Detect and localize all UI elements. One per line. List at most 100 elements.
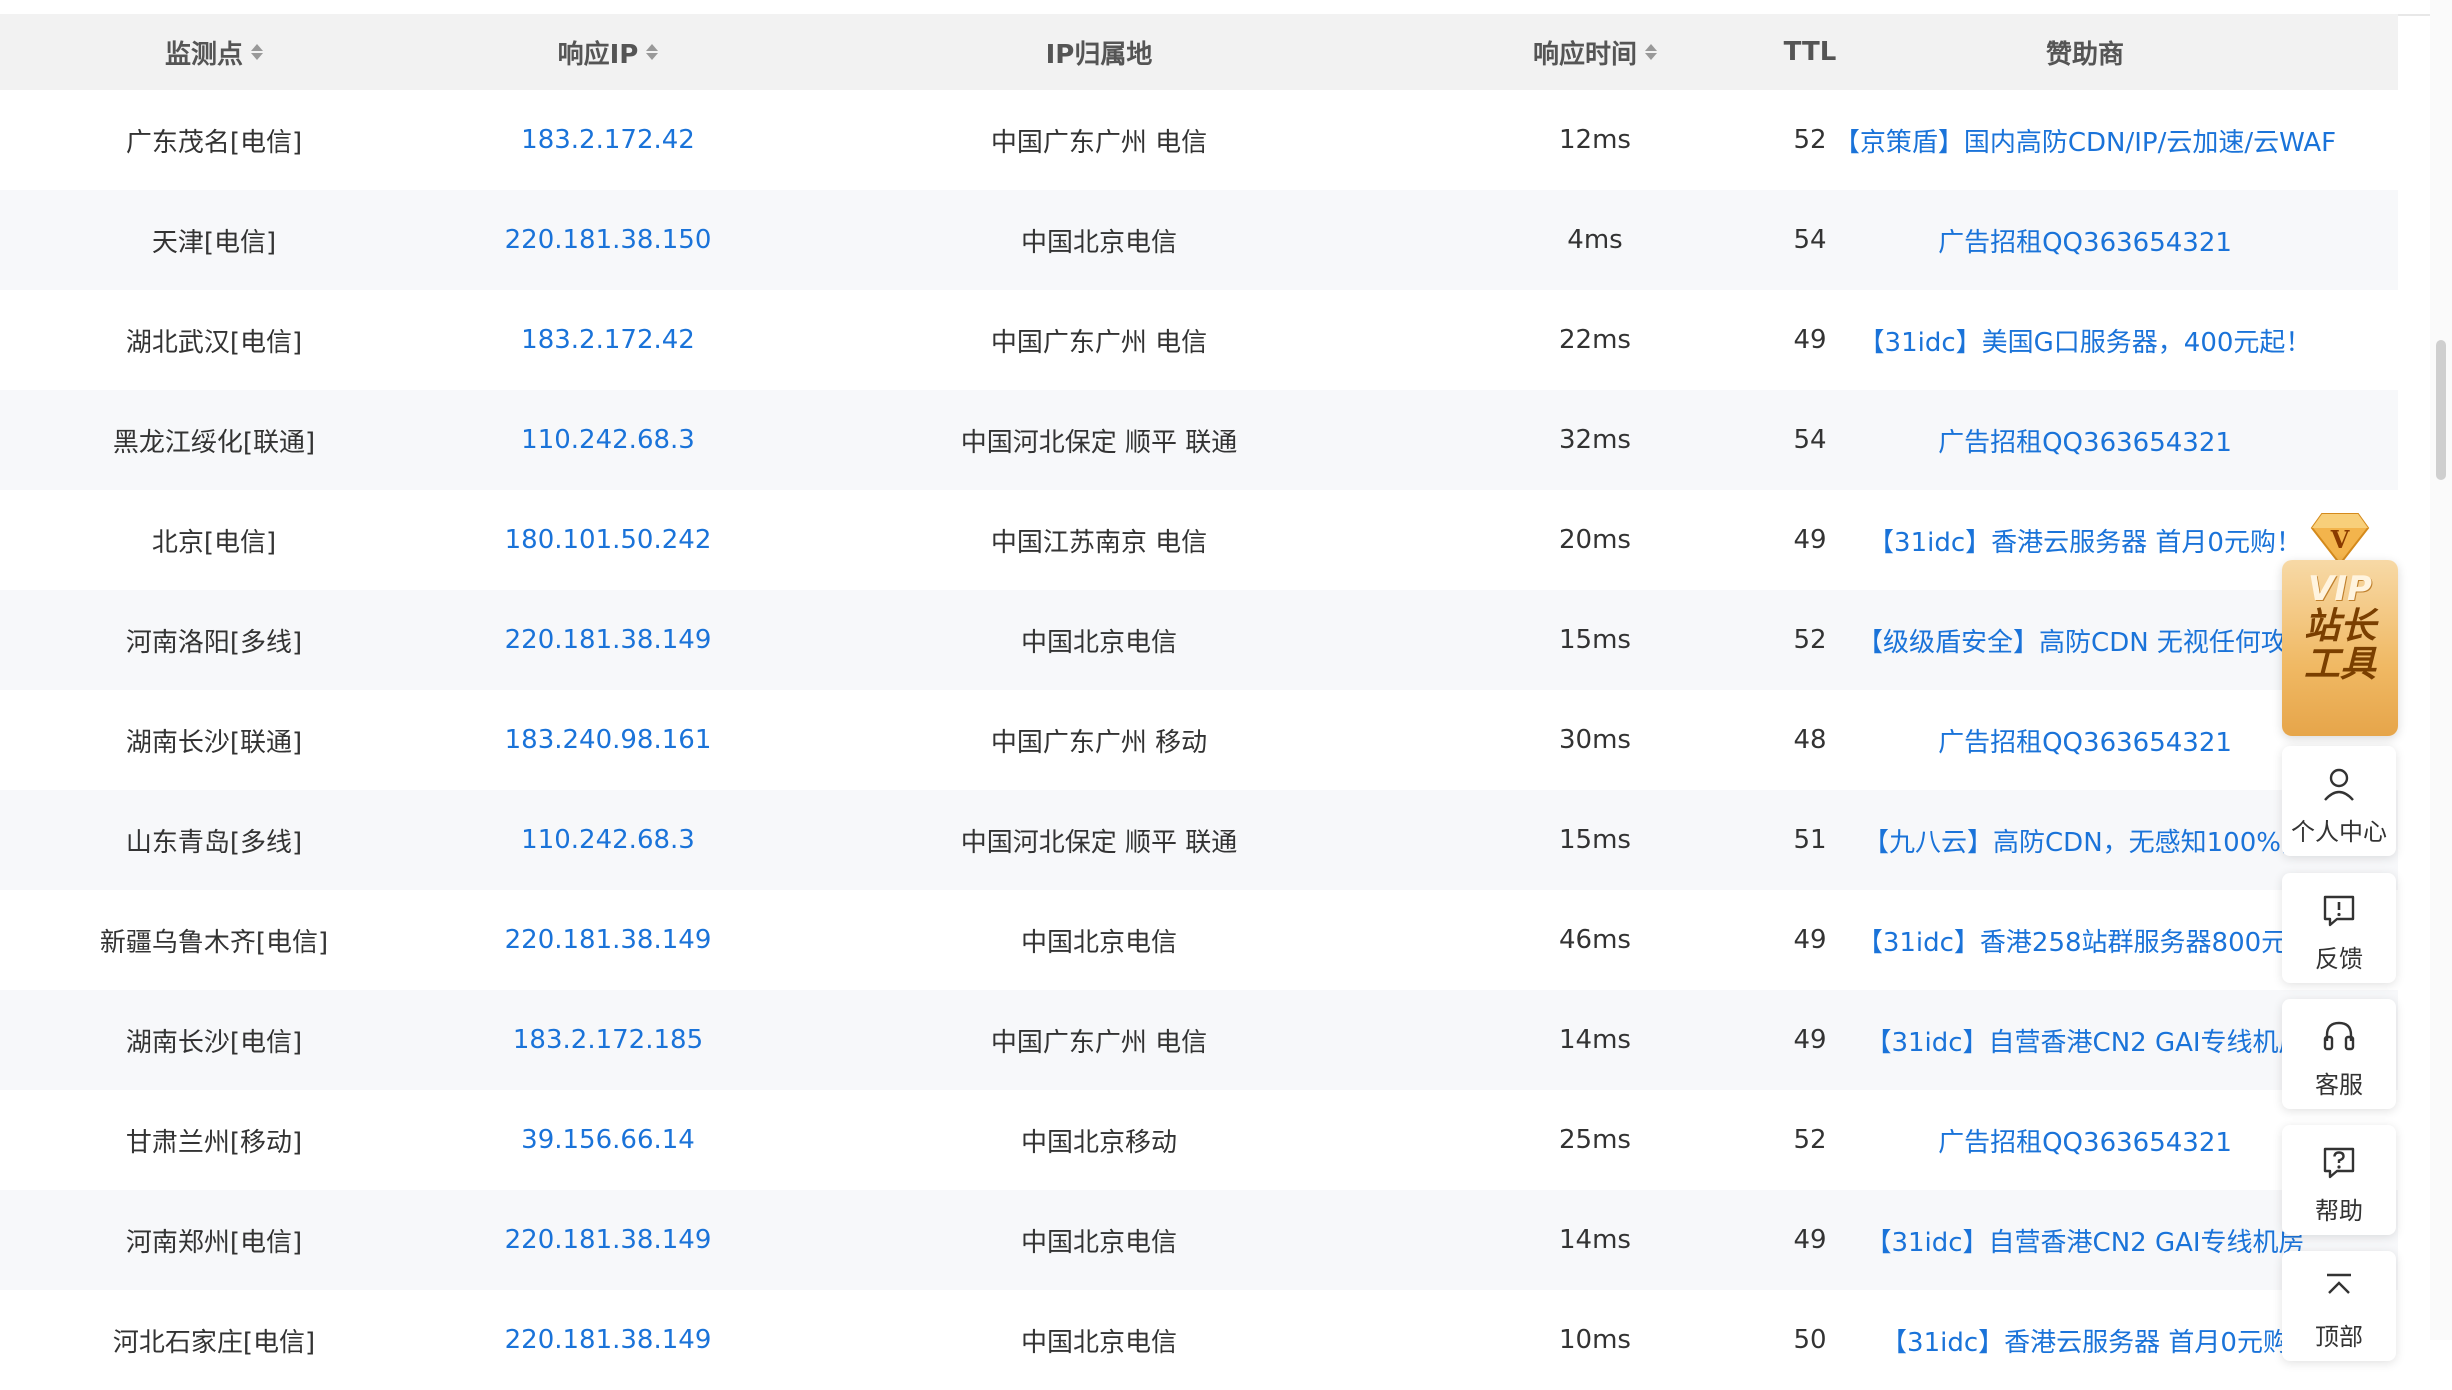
ip-link[interactable]: 110.242.68.3	[428, 790, 788, 890]
cell-ttl: 49	[1793, 325, 1827, 355]
sort-icon[interactable]	[251, 44, 263, 60]
column-header-time[interactable]: 响应时间	[1410, 14, 1780, 90]
cell-response-time: 20ms	[1559, 525, 1631, 555]
ip-link[interactable]: 220.181.38.150	[428, 190, 788, 290]
ip-link[interactable]: 183.2.172.42	[428, 90, 788, 190]
cell-node: 甘肃兰州[移动]	[125, 1127, 303, 1158]
cell-node: 湖北武汉[电信]	[125, 327, 303, 358]
column-header-ip[interactable]: 响应IP	[428, 14, 788, 90]
column-header-ttl: TTL	[1783, 37, 1837, 67]
cell-response-time: 15ms	[1559, 625, 1631, 655]
ip-link[interactable]: 183.2.172.42	[428, 290, 788, 390]
cell-node: 湖南长沙[电信]	[125, 1027, 303, 1058]
cell-location: 中国北京电信	[1020, 227, 1177, 258]
cell-location: 中国北京电信	[1020, 927, 1177, 958]
feedback-button[interactable]: 反馈	[2282, 873, 2396, 983]
cell-response-time: 15ms	[1559, 825, 1631, 855]
cell-node: 河南洛阳[多线]	[125, 627, 303, 658]
ip-link[interactable]: 183.240.98.161	[428, 690, 788, 790]
scrollbar-thumb[interactable]	[2436, 340, 2446, 480]
cell-ttl: 49	[1793, 525, 1827, 555]
cell-ttl: 51	[1793, 825, 1827, 855]
table-row: 甘肃兰州[移动] 39.156.66.14 中国北京移动 25ms 52 广告招租QQ36…	[0, 1090, 2398, 1190]
sponsor-link[interactable]: 广告招租QQ363654321	[1840, 190, 2330, 290]
cell-response-time: 14ms	[1559, 1225, 1631, 1255]
table-row: 河南郑州[电信] 220.181.38.149 中国北京电信 14ms 49 【31idc…	[0, 1190, 2398, 1290]
cell-ttl: 52	[1793, 1125, 1827, 1155]
cell-location: 中国江苏南京 电信	[990, 527, 1208, 558]
user-icon	[2324, 768, 2354, 801]
table-row: 天津[电信] 220.181.38.150 中国北京电信 4ms 54 广告招租QQ363…	[0, 190, 2398, 290]
sponsor-link[interactable]: 【京策盾】国内高防CDN/IP/云加速/云WAF	[1834, 90, 2336, 190]
sponsor-link[interactable]: 【31idc】自营香港CN2 GAI专线机房	[1840, 1190, 2330, 1290]
table-header: 监测点 响应IP IP归属地 响应时间 TTL 赞助商	[0, 14, 2398, 90]
sort-icon[interactable]	[1645, 44, 1657, 60]
cell-node: 河南郑州[电信]	[125, 1227, 303, 1258]
sponsor-link[interactable]: 【31idc】美国G口服务器，400元起！	[1840, 290, 2330, 390]
help-button[interactable]: 帮助	[2282, 1125, 2396, 1235]
cell-node: 黑龙江绥化[联通]	[112, 427, 316, 458]
back-to-top-icon	[2327, 1273, 2351, 1294]
sponsor-link[interactable]: 【31idc】香港云服务器 首月0元购	[1840, 1290, 2330, 1390]
back-to-top-button[interactable]: 顶部	[2282, 1251, 2396, 1361]
cell-ttl: 49	[1793, 925, 1827, 955]
column-header-node[interactable]: 监测点	[0, 14, 428, 90]
sponsor-link[interactable]: 广告招租QQ363654321	[1840, 390, 2330, 490]
cell-ttl: 52	[1793, 625, 1827, 655]
cell-ttl: 49	[1793, 1225, 1827, 1255]
diamond-v-icon: V	[2310, 513, 2370, 566]
headset-icon	[2323, 1021, 2355, 1051]
cell-response-time: 22ms	[1559, 325, 1631, 355]
user-center-button[interactable]: 个人中心	[2282, 746, 2396, 856]
cell-response-time: 10ms	[1559, 1325, 1631, 1355]
cell-node: 天津[电信]	[151, 227, 277, 258]
cell-ttl: 54	[1793, 425, 1827, 455]
cell-response-time: 14ms	[1559, 1025, 1631, 1055]
cell-ttl: 48	[1793, 725, 1827, 755]
ip-link[interactable]: 220.181.38.149	[428, 590, 788, 690]
cell-location: 中国河北保定 顺平 联通	[960, 827, 1238, 858]
cell-node: 山东青岛[多线]	[125, 827, 303, 858]
ip-link[interactable]: 180.101.50.242	[428, 490, 788, 590]
vip-title-line1: 站长	[2303, 606, 2376, 647]
table-row: 河南洛阳[多线] 220.181.38.149 中国北京电信 15ms 52 【级级盾安全…	[0, 590, 2398, 690]
column-header-location: IP归属地	[1045, 39, 1153, 70]
table-row: 湖南长沙[电信] 183.2.172.185 中国广东广州 电信 14ms 49 【31i…	[0, 990, 2398, 1090]
page-scrollbar[interactable]	[2430, 0, 2452, 1340]
sponsor-link[interactable]: 【31idc】香港258站群服务器800元起	[1840, 890, 2330, 990]
cell-response-time: 30ms	[1559, 725, 1631, 755]
ip-link[interactable]: 183.2.172.185	[428, 990, 788, 1090]
vip-title-line2: 工具	[2303, 644, 2376, 685]
sponsor-link[interactable]: 【31idc】香港云服务器 首月0元购！	[1840, 490, 2330, 590]
ip-link[interactable]: 110.242.68.3	[428, 390, 788, 490]
cell-location: 中国北京电信	[1020, 1327, 1177, 1358]
sponsor-link[interactable]: 【级级盾安全】高防CDN 无视任何攻击	[1840, 590, 2330, 690]
table-row: 湖南长沙[联通] 183.240.98.161 中国广东广州 移动 30ms 48 广告招…	[0, 690, 2398, 790]
ip-link[interactable]: 220.181.38.149	[428, 1290, 788, 1390]
cell-location: 中国广东广州 电信	[990, 1027, 1208, 1058]
cell-location: 中国北京移动	[1020, 1127, 1177, 1158]
sort-icon[interactable]	[646, 44, 659, 60]
sponsor-link[interactable]: 【31idc】自营香港CN2 GAI专线机房	[1840, 990, 2330, 1090]
cell-node: 湖南长沙[联通]	[125, 727, 303, 758]
cell-node: 新疆乌鲁木齐[电信]	[99, 927, 329, 958]
ip-link[interactable]: 220.181.38.149	[428, 1190, 788, 1290]
cell-response-time: 32ms	[1559, 425, 1631, 455]
cell-response-time: 4ms	[1567, 225, 1623, 255]
ip-link[interactable]: 220.181.38.149	[428, 890, 788, 990]
cell-ttl: 52	[1793, 125, 1827, 155]
sponsor-link[interactable]: 广告招租QQ363654321	[1840, 690, 2330, 790]
table-row: 湖北武汉[电信] 183.2.172.42 中国广东广州 电信 22ms 49 【31id…	[0, 290, 2398, 390]
sponsor-link[interactable]: 【九八云】高防CDN，无感知100%防	[1840, 790, 2330, 890]
ip-link[interactable]: 39.156.66.14	[428, 1090, 788, 1190]
vip-label: VIP	[2308, 569, 2372, 609]
table-row: 北京[电信] 180.101.50.242 中国江苏南京 电信 20ms 49 【31id…	[0, 490, 2398, 590]
vip-tools-button[interactable]: V VIP 站长 工具	[2280, 510, 2400, 736]
table-row: 河北石家庄[电信] 220.181.38.149 中国北京电信 10ms 50 【31id…	[0, 1290, 2398, 1390]
cell-node: 广东茂名[电信]	[125, 127, 303, 158]
customer-service-button[interactable]: 客服	[2282, 999, 2396, 1109]
cell-location: 中国广东广州 电信	[990, 327, 1208, 358]
sponsor-link[interactable]: 广告招租QQ363654321	[1840, 1090, 2330, 1190]
table-row: 黑龙江绥化[联通] 110.242.68.3 中国河北保定 顺平 联通 32ms 54 广…	[0, 390, 2398, 490]
feedback-icon	[2323, 895, 2355, 927]
